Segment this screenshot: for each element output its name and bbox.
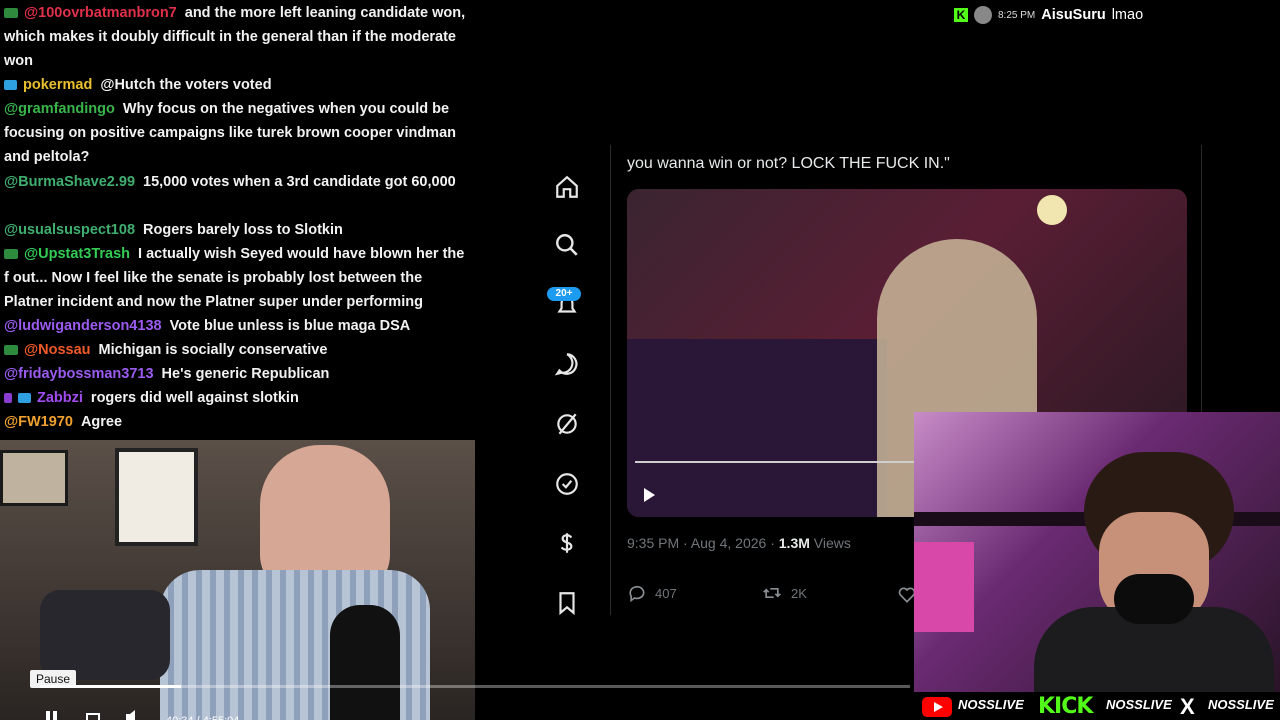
poster	[115, 448, 198, 546]
chat-message: @100ovrbatmanbron7 and the more left lean…	[4, 1, 466, 73]
chat-text: rogers did well against slotkin	[90, 390, 299, 406]
play-icon[interactable]	[641, 487, 657, 503]
chat-username: @gramfandingo	[4, 101, 115, 117]
chat-message: @Nossau Michigan is socially conservative	[4, 338, 466, 362]
chat-username: pokermad	[23, 77, 93, 93]
chat-username: @fridaybossman3713	[4, 366, 154, 382]
pause-icon[interactable]	[46, 711, 58, 720]
chat-message: Zabbzi rogers did well against slotkin	[4, 386, 466, 410]
chat-username: AisuSuru	[1041, 7, 1106, 23]
chat-username: Zabbzi	[37, 390, 83, 406]
verified-icon[interactable]	[554, 471, 580, 497]
social-banner: NOSSLIVE KICK NOSSLIVE X NOSSLIVE	[914, 692, 1280, 720]
chat-text: @Hutch the voters voted	[100, 77, 272, 93]
badge-icon	[4, 80, 17, 91]
chat-message: @FW1970 Agree	[4, 410, 466, 434]
communities-icon[interactable]	[554, 411, 580, 437]
chat-message: @BurmaShave2.99 15,000 votes when a 3rd c…	[4, 170, 466, 194]
chat-username: @100ovrbatmanbron7	[24, 5, 177, 21]
youtube-handle: NOSSLIVE	[958, 697, 1024, 712]
chat-text: Agree	[80, 414, 123, 430]
chat-text: Vote blue unless is blue maga DSA	[169, 318, 411, 334]
replay-icon[interactable]	[84, 710, 102, 720]
chat-username: @ludwiganderson4138	[4, 318, 162, 334]
chat-username: @usualsuspect108	[4, 222, 136, 238]
repost-button[interactable]: 2K	[761, 583, 807, 603]
kick-logo: KICK	[1038, 694, 1093, 719]
chat-text: 15,000 votes when a 3rd candidate got 60…	[143, 174, 456, 190]
x-logo: X	[1180, 694, 1195, 719]
tweet-views-count: 1.3M	[778, 535, 810, 551]
badge-icon	[4, 393, 12, 404]
player-progress-fill	[40, 685, 181, 688]
badge-icon	[4, 8, 18, 19]
monetization-icon[interactable]	[554, 530, 580, 556]
reply-button[interactable]: 407	[627, 583, 677, 603]
webcam-right	[914, 412, 1280, 692]
microphone	[330, 605, 400, 720]
video-light	[1037, 195, 1067, 225]
player-progress-track[interactable]	[40, 685, 910, 688]
chat-message: @Upstat3Trash I actually wish Seyed would…	[4, 242, 466, 314]
microphone	[1114, 574, 1194, 624]
chat-username: @Nossau	[24, 342, 91, 358]
home-icon[interactable]	[554, 174, 580, 200]
badge-icon	[4, 345, 18, 356]
chat-time: 8:25 PM	[998, 9, 1036, 21]
x-handle: NOSSLIVE	[1208, 697, 1274, 712]
volume-icon[interactable]	[124, 710, 142, 720]
video-frame	[627, 339, 887, 517]
tweet-meta: 9:35 PM · Aug 4, 2026 · 1.3M Views	[627, 535, 851, 551]
couch	[40, 590, 170, 680]
chat-message: @fridaybossman3713 He's generic Republica…	[4, 362, 466, 386]
x-sidebar: 20+	[540, 160, 594, 620]
search-icon[interactable]	[554, 232, 580, 258]
chat-message: @ludwiganderson4138 Vote blue unless is b…	[4, 314, 466, 338]
chat-username: @FW1970	[4, 414, 73, 430]
repost-count: 2K	[791, 585, 807, 601]
youtube-icon	[922, 697, 952, 717]
poster	[914, 542, 974, 632]
avatar	[974, 6, 992, 24]
chat-text: He's generic Republican	[161, 366, 330, 382]
chat-text: Michigan is socially conservative	[98, 342, 328, 358]
top-chat-line: K 8:25 PM AisuSuru lmao	[954, 4, 1143, 26]
grok-icon[interactable]	[554, 351, 580, 377]
chat-message: pokermad @Hutch the voters voted	[4, 73, 466, 97]
chat-message: @usualsuspect108 Rogers barely loss to Sl…	[4, 218, 466, 242]
notifications-badge: 20+	[547, 287, 581, 301]
kick-handle: NOSSLIVE	[1106, 697, 1172, 712]
chat-text: Rogers barely loss to Slotkin	[143, 222, 343, 238]
chat-username: @Upstat3Trash	[24, 246, 131, 262]
tweet-views-label: Views	[809, 535, 851, 551]
poster	[0, 450, 68, 506]
badge-icon	[4, 249, 18, 260]
repost-icon	[763, 588, 781, 598]
kick-icon: K	[954, 8, 968, 22]
chat-text: lmao	[1111, 7, 1144, 23]
tweet-timestamp: 9:35 PM · Aug 4, 2026 ·	[627, 535, 779, 551]
player-time: 40:34 / 4:55:04	[166, 711, 239, 720]
chat-username: @BurmaShave2.99	[4, 174, 136, 190]
tweet-text: you wanna win or not? LOCK THE FUCK IN."	[627, 155, 950, 172]
chat-panel: @100ovrbatmanbron7 and the more left lean…	[0, 0, 470, 440]
reply-count: 407	[655, 585, 677, 601]
reply-icon	[629, 585, 645, 603]
badge-icon	[18, 393, 31, 404]
chat-message: @gramfandingo Why focus on the negatives …	[4, 97, 466, 169]
bookmark-icon[interactable]	[554, 590, 580, 616]
